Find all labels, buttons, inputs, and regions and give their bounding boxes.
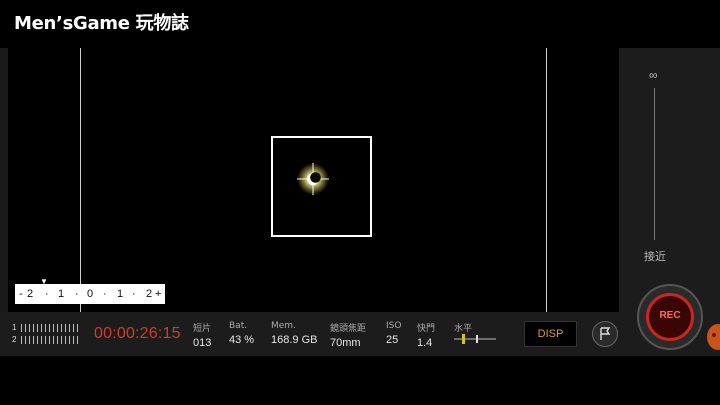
- flag-icon: [600, 327, 611, 340]
- battery-stat: Bat. 43 %: [229, 321, 254, 346]
- audio-meter-bar: [21, 324, 82, 332]
- iso-label: ISO: [386, 321, 402, 331]
- record-label: REC: [659, 310, 681, 321]
- level-tick: ·: [45, 288, 49, 300]
- battery-label: Bat.: [229, 321, 248, 331]
- frame-guide-right: [546, 48, 547, 312]
- horizon-level-icon: [454, 334, 496, 344]
- focus-near-label: 接近: [644, 251, 666, 263]
- level-tick: 2: [146, 288, 153, 300]
- memory-stat: Mem. 168.9 GB: [271, 321, 317, 346]
- top-bar: Men’sGame 玩物誌: [0, 0, 720, 48]
- focus-infinity-label: ∞: [649, 68, 658, 82]
- iso-stat: ISO 25: [386, 321, 401, 346]
- timecode: 00:00:26:15: [94, 325, 181, 342]
- clips-value: 013: [193, 337, 212, 349]
- focal-stat: 鏡頭焦距 70mm: [330, 321, 366, 349]
- focal-value: 70mm: [330, 337, 361, 349]
- audio-channel-label: 2: [12, 335, 17, 344]
- shutter-label: 快門: [417, 324, 436, 334]
- iso-value: 25: [386, 334, 399, 346]
- horizon-label: 水平: [454, 324, 473, 334]
- level-tick: +: [155, 288, 162, 300]
- level-tick: 0: [87, 288, 94, 300]
- focus-slider[interactable]: [654, 88, 655, 240]
- audio-meter-bar: [21, 336, 82, 344]
- level-marker-icon: ▼: [40, 277, 48, 286]
- clips-label: 短片: [193, 324, 212, 334]
- frame-guide-left: [80, 48, 81, 312]
- audio-meters: 1 2: [12, 322, 82, 346]
- footer-bar: [0, 356, 720, 405]
- battery-value: 43 %: [229, 334, 255, 346]
- memory-label: Mem.: [271, 321, 296, 331]
- eclipse-sun-subject: [297, 163, 329, 195]
- disp-button[interactable]: DISP: [524, 321, 577, 347]
- brand-logo: Men’sGame 玩物誌: [14, 13, 189, 34]
- level-tick: 1: [117, 288, 124, 300]
- handle-dot-icon: [712, 333, 716, 337]
- memory-value: 168.9 GB: [271, 334, 318, 346]
- level-tick: -: [19, 288, 23, 300]
- left-strip: [0, 48, 8, 312]
- shutter-value: 1.4: [417, 337, 433, 349]
- level-tick: ·: [132, 288, 136, 300]
- level-scale: ▼ - 2 · 1 · 0 · 1 · 2 +: [15, 277, 165, 304]
- clips-stat: 短片 013: [193, 321, 211, 349]
- level-tick: 2: [27, 288, 34, 300]
- record-ring: REC: [646, 293, 694, 341]
- horizon-stat: 水平: [454, 321, 472, 334]
- level-tick: 1: [58, 288, 65, 300]
- shutter-stat: 快門 1.4: [417, 321, 435, 349]
- flag-button[interactable]: [592, 321, 618, 347]
- audio-channel-label: 1: [12, 323, 17, 332]
- level-tick: ·: [75, 288, 79, 300]
- focal-label: 鏡頭焦距: [330, 324, 367, 334]
- record-button[interactable]: REC: [637, 284, 703, 350]
- level-tick: ·: [103, 288, 107, 300]
